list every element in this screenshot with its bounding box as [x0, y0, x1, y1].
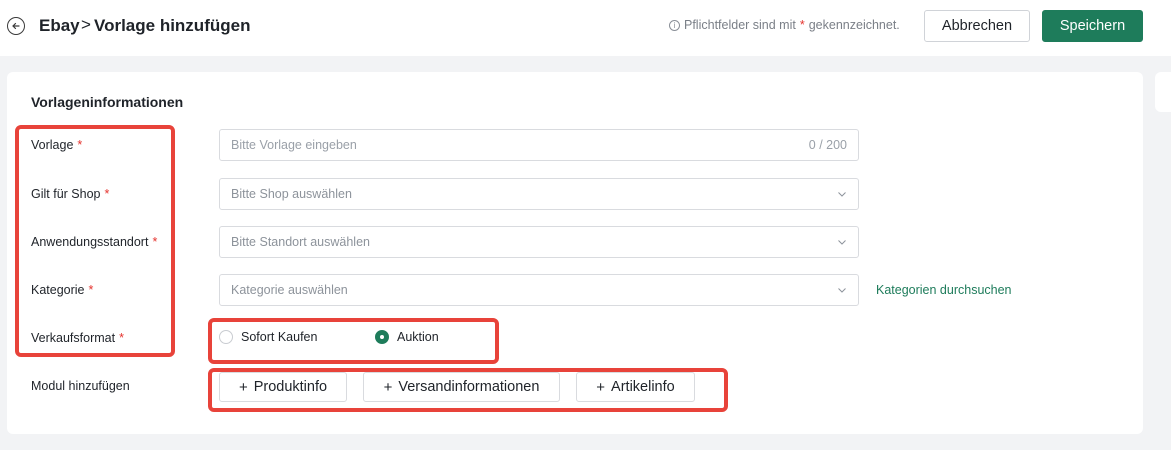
chevron-down-icon — [838, 192, 846, 197]
radio-checked[interactable] — [375, 330, 389, 344]
info-icon: i — [669, 19, 680, 31]
required-star: * — [152, 235, 158, 249]
required-star: * — [77, 138, 83, 152]
vorlage-label-text: Vorlage — [31, 138, 74, 152]
required-hint: i Pflichtfelder sind mit * gekennzeichne… — [669, 18, 900, 32]
button-label: Produktinfo — [253, 379, 328, 395]
verkaufsformat-label-text: Verkaufsformat — [31, 331, 116, 345]
side-panel — [1155, 72, 1171, 112]
kategorie-label-text: Kategorie — [31, 283, 85, 297]
radio-label: Sofort Kaufen — [241, 330, 318, 344]
standort-placeholder: Bitte Standort auswählen — [231, 235, 370, 249]
chevron-down-icon — [838, 240, 846, 245]
add-versandinformationen-button[interactable]: + Versandinformationen — [363, 372, 560, 402]
kategorie-label: Kategorie * — [31, 283, 93, 297]
back-button[interactable] — [7, 17, 25, 35]
verkaufsformat-label: Verkaufsformat * — [31, 331, 124, 345]
standort-label-text: Anwendungsstandort — [31, 235, 149, 249]
standort-label: Anwendungsstandort * — [31, 235, 157, 249]
add-artikelinfo-button[interactable]: + Artikelinfo — [576, 372, 695, 402]
chevron-down-icon — [838, 288, 846, 293]
required-star: * — [88, 283, 94, 297]
arrow-left-icon — [12, 22, 20, 30]
hint-prefix: Pflichtfelder sind mit — [684, 18, 796, 32]
radio-auktion[interactable]: Auktion — [375, 330, 439, 344]
hint-star: * — [799, 18, 805, 32]
save-button[interactable]: Speichern — [1042, 10, 1143, 42]
page-title: Vorlage hinzufügen — [94, 16, 251, 35]
hint-suffix: gekennzeichnet. — [808, 18, 900, 32]
radio-unchecked[interactable] — [219, 330, 233, 344]
plus-icon: + — [383, 378, 393, 396]
modul-label: Modul hinzufügen — [31, 379, 130, 393]
vorlage-label: Vorlage * — [31, 138, 82, 152]
plus-icon: + — [596, 378, 606, 396]
standort-select[interactable]: Bitte Standort auswählen — [219, 226, 859, 258]
radio-sofort-kaufen[interactable]: Sofort Kaufen — [219, 330, 317, 344]
button-label: Versandinformationen — [398, 379, 540, 395]
required-star: * — [119, 331, 124, 345]
shop-label-text: Gilt für Shop — [31, 187, 101, 201]
add-produktinfo-button[interactable]: + Produktinfo — [219, 372, 347, 402]
button-label: Artikelinfo — [611, 379, 675, 395]
shop-select[interactable]: Bitte Shop auswählen — [219, 178, 859, 210]
char-counter: 0 / 200 — [808, 138, 847, 152]
vorlage-input[interactable] — [231, 138, 809, 152]
vorlage-field[interactable]: 0 / 200 — [219, 129, 859, 161]
section-title: Vorlageninformationen — [31, 94, 184, 110]
radio-label: Auktion — [397, 330, 439, 344]
kategorie-select[interactable]: Kategorie auswählen — [219, 274, 859, 306]
plus-icon: + — [238, 378, 248, 396]
shop-label: Gilt für Shop * — [31, 187, 109, 201]
breadcrumb-root[interactable]: Ebay — [39, 16, 80, 36]
kategorie-placeholder: Kategorie auswählen — [231, 283, 348, 297]
required-star: * — [104, 187, 110, 201]
shop-placeholder: Bitte Shop auswählen — [231, 187, 352, 201]
browse-categories-link[interactable]: Kategorien durchsuchen — [876, 283, 1012, 297]
breadcrumb-separator: > — [81, 15, 91, 34]
cancel-button[interactable]: Abbrechen — [924, 10, 1030, 42]
